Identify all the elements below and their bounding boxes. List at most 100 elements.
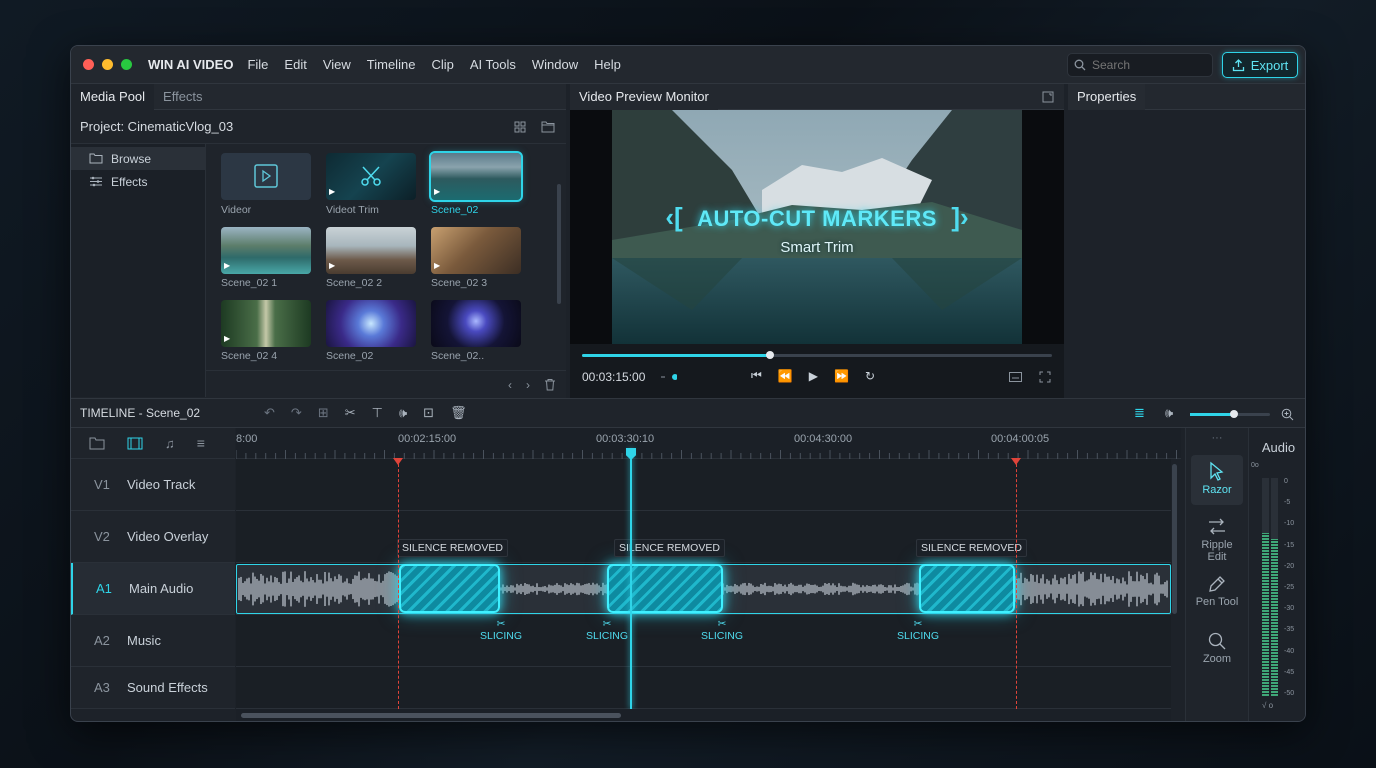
prev-page-icon[interactable]: ‹ xyxy=(508,378,512,392)
skip-start-icon[interactable]: ⏮ xyxy=(751,368,762,383)
tool-razor[interactable]: Razor xyxy=(1191,455,1243,505)
menu-file[interactable]: File xyxy=(239,57,276,72)
media-thumb[interactable]: ▶ xyxy=(221,300,311,347)
next-page-icon[interactable]: › xyxy=(526,378,530,392)
track-header-a2[interactable]: A2 Music xyxy=(71,615,235,667)
timeline-title: TIMELINE - Scene_02 xyxy=(80,406,201,420)
media-label: Scene_02 4 xyxy=(221,350,278,362)
search-input[interactable] xyxy=(1092,58,1202,72)
timeline-ruler[interactable]: 8:00 00:02:15:00 00:03:30:10 00:04:30:00… xyxy=(236,428,1181,459)
folder-icon[interactable] xyxy=(89,437,105,450)
trash-icon[interactable] xyxy=(544,378,556,391)
sidebar-item-effects[interactable]: Effects xyxy=(71,170,205,193)
cursor-icon xyxy=(1210,461,1224,481)
menu-timeline[interactable]: Timeline xyxy=(359,57,424,72)
track-row-v1[interactable] xyxy=(236,459,1171,511)
volume-dot-icon[interactable] xyxy=(661,372,677,382)
music-note-icon[interactable]: ♫ xyxy=(165,436,175,451)
track-name: Music xyxy=(127,633,161,648)
track-header-a3[interactable]: A3 Sound Effects xyxy=(71,667,235,709)
waveform-toggle-icon[interactable]: ≣ xyxy=(1134,405,1145,421)
close-window-button[interactable] xyxy=(83,59,94,70)
tab-effects[interactable]: Effects xyxy=(154,84,212,110)
grid-view-icon[interactable] xyxy=(514,121,526,133)
slice-marker: ✂ SLICING xyxy=(893,618,943,642)
slice-marker: ✂ SLICING xyxy=(476,618,526,642)
playback-progress-fill xyxy=(582,354,770,357)
maximize-window-button[interactable] xyxy=(121,59,132,70)
track-row-a3[interactable] xyxy=(236,667,1171,709)
tool-ripple-edit[interactable]: Ripple Edit xyxy=(1191,518,1243,563)
meter-scale-label: -20 xyxy=(1284,562,1295,570)
search-box[interactable] xyxy=(1067,53,1213,77)
menu-window[interactable]: Window xyxy=(524,57,586,72)
media-thumb[interactable]: ▶ xyxy=(431,227,521,274)
fullscreen-icon[interactable] xyxy=(1039,371,1051,383)
tab-video-preview[interactable]: Video Preview Monitor xyxy=(570,83,718,110)
meter-scale-label: -25 xyxy=(1284,584,1295,591)
play-button-icon[interactable]: ▶ xyxy=(809,369,818,383)
track-header-a1[interactable]: A1 Main Audio xyxy=(71,563,235,615)
tool-pen[interactable]: Pen Tool xyxy=(1191,575,1243,608)
silence-block[interactable] xyxy=(607,564,723,613)
media-thumb[interactable] xyxy=(431,300,521,347)
media-thumb-selected[interactable]: ▶ xyxy=(429,151,523,202)
zoom-in-icon[interactable] xyxy=(1281,408,1294,421)
sidebar-label-browse: Browse xyxy=(111,151,152,166)
delete-icon[interactable]: 🗑 xyxy=(450,405,467,421)
track-header-v1[interactable]: V1 Video Track xyxy=(71,459,235,511)
menu-ai-tools[interactable]: AI Tools xyxy=(462,57,524,72)
export-button[interactable]: Export xyxy=(1222,52,1298,78)
menu-edit[interactable]: Edit xyxy=(276,57,314,72)
ruler-label: 8:00 xyxy=(236,433,258,445)
cut-marker-flag[interactable] xyxy=(1011,458,1021,465)
folder-icon[interactable] xyxy=(541,120,555,133)
playback-progress[interactable] xyxy=(582,351,1052,359)
minimize-window-button[interactable] xyxy=(102,59,113,70)
cut-icon[interactable]: ✂ xyxy=(345,405,356,421)
panel-expand-icon[interactable] xyxy=(1042,91,1054,103)
fast-forward-icon[interactable]: ⏩ xyxy=(834,369,849,383)
scissors-icon xyxy=(361,166,381,186)
audio-meter-title: Audio xyxy=(1261,440,1296,455)
media-thumb[interactable]: ▶ xyxy=(326,227,416,274)
tab-media-pool[interactable]: Media Pool xyxy=(71,83,155,110)
playhead-line[interactable] xyxy=(630,448,632,709)
volume-icon[interactable]: 🕪 xyxy=(1165,405,1173,421)
preview-monitor-panel: Video Preview Monitor ‹[ AUTO-CUT MARKER… xyxy=(570,83,1064,398)
zoom-slider-knob[interactable] xyxy=(1230,410,1238,418)
loop-icon[interactable]: ↻ xyxy=(865,369,875,383)
text-tool-icon[interactable]: ⊤ xyxy=(372,405,383,421)
film-icon[interactable] xyxy=(127,437,143,450)
timeline-horizontal-scrollbar[interactable] xyxy=(241,713,621,718)
captions-icon[interactable] xyxy=(1009,372,1022,382)
playhead-knob[interactable] xyxy=(766,351,774,359)
rewind-icon[interactable]: ⏪ xyxy=(778,369,793,383)
sidebar-item-browse[interactable]: Browse xyxy=(71,147,205,170)
menu-help[interactable]: Help xyxy=(586,57,629,72)
track-header-v2[interactable]: V2 Video Overlay xyxy=(71,511,235,563)
timeline-vertical-scrollbar[interactable] xyxy=(1172,464,1177,614)
media-thumb[interactable] xyxy=(221,153,311,200)
media-scrollbar[interactable] xyxy=(557,184,561,304)
media-thumb[interactable] xyxy=(326,300,416,347)
menu-lines-icon[interactable]: ≡ xyxy=(197,435,205,451)
cut-marker-flag[interactable] xyxy=(393,458,403,465)
media-label: Scene_02 xyxy=(326,350,374,362)
more-icon[interactable]: ··· xyxy=(1186,432,1248,444)
timeline-zoom-slider[interactable] xyxy=(1190,410,1270,418)
undo-icon[interactable]: ↶ xyxy=(264,405,275,421)
media-thumb[interactable]: ▶ xyxy=(326,153,416,200)
media-thumb[interactable]: ▶ xyxy=(221,227,311,274)
tab-properties[interactable]: Properties xyxy=(1068,83,1146,110)
snap-icon[interactable]: ⊞ xyxy=(318,405,329,421)
audio-icon[interactable]: 🕪 xyxy=(399,405,407,421)
video-frame: ‹[ AUTO-CUT MARKERS ]› Smart Trim xyxy=(570,110,1064,344)
tool-zoom[interactable]: Zoom xyxy=(1191,632,1243,665)
silence-block[interactable] xyxy=(399,564,500,613)
redo-icon[interactable]: ↷ xyxy=(291,405,302,421)
lock-icon[interactable]: ⊡ xyxy=(423,405,434,421)
menu-clip[interactable]: Clip xyxy=(423,57,461,72)
silence-block[interactable] xyxy=(919,564,1015,613)
menu-view[interactable]: View xyxy=(315,57,359,72)
